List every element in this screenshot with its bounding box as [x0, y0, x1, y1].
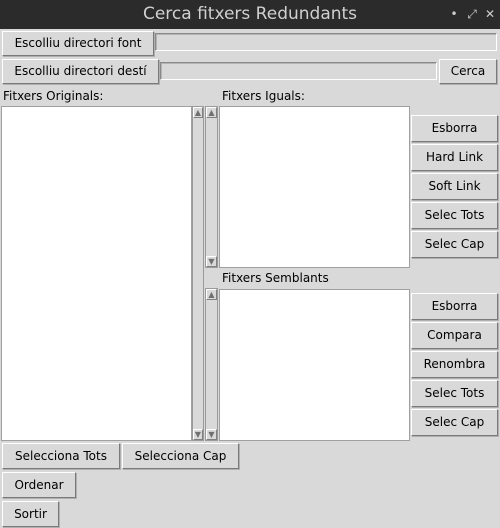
minimize-icon[interactable]: •	[447, 7, 461, 21]
exit-button[interactable]: Sortir	[2, 501, 59, 527]
similar-label: Fitxers Semblants	[222, 271, 329, 285]
originals-listbox[interactable]	[1, 106, 192, 441]
similar-listbox[interactable]	[219, 289, 410, 441]
soft-link-button[interactable]: Soft Link	[411, 173, 498, 200]
identical-listbox[interactable]	[219, 106, 410, 268]
maximize-icon[interactable]: ⤢	[465, 7, 479, 21]
identical-select-none-button[interactable]: Selec Cap	[411, 231, 498, 258]
search-button[interactable]: Cerca	[439, 59, 497, 84]
scroll-down-icon[interactable]: ▼	[193, 429, 203, 440]
compare-button[interactable]: Compara	[411, 322, 498, 349]
sort-button[interactable]: Ordenar	[2, 472, 76, 498]
rename-button[interactable]: Renombra	[411, 351, 498, 378]
identical-label: Fitxers Iguals:	[222, 89, 305, 103]
originals-scrollbar[interactable]: ▲ ▼	[192, 106, 204, 441]
source-path-field[interactable]	[155, 33, 497, 51]
choose-dest-dir-button[interactable]: Escolliu directori destí	[2, 59, 159, 84]
hard-link-button[interactable]: Hard Link	[411, 144, 498, 171]
scroll-up-icon[interactable]: ▲	[206, 107, 217, 118]
window-title: Cerca fitxers Redundants	[142, 4, 358, 24]
similar-select-all-button[interactable]: Selec Tots	[411, 380, 498, 407]
close-icon[interactable]: ✕	[483, 7, 497, 21]
identical-delete-button[interactable]: Esborra	[411, 115, 498, 142]
originals-label: Fitxers Originals:	[3, 89, 104, 103]
dest-path-field[interactable]	[160, 62, 437, 80]
title-bar: Cerca fitxers Redundants • ⤢ ✕	[0, 0, 500, 29]
select-none-button[interactable]: Selecciona Cap	[122, 443, 239, 469]
scroll-up-icon[interactable]: ▲	[206, 289, 217, 300]
similar-select-none-button[interactable]: Selec Cap	[411, 409, 498, 436]
choose-source-dir-button[interactable]: Escolliu directori font	[2, 31, 154, 56]
scroll-down-icon[interactable]: ▼	[206, 429, 217, 440]
scroll-up-icon[interactable]: ▲	[193, 107, 203, 118]
select-all-button[interactable]: Selecciona Tots	[2, 443, 120, 469]
identical-select-all-button[interactable]: Selec Tots	[411, 202, 498, 229]
identical-scrollbar[interactable]: ▲ ▼	[205, 106, 218, 268]
similar-delete-button[interactable]: Esborra	[411, 293, 498, 320]
scroll-down-icon[interactable]: ▼	[206, 256, 217, 267]
similar-scrollbar[interactable]: ▲ ▼	[205, 288, 218, 441]
